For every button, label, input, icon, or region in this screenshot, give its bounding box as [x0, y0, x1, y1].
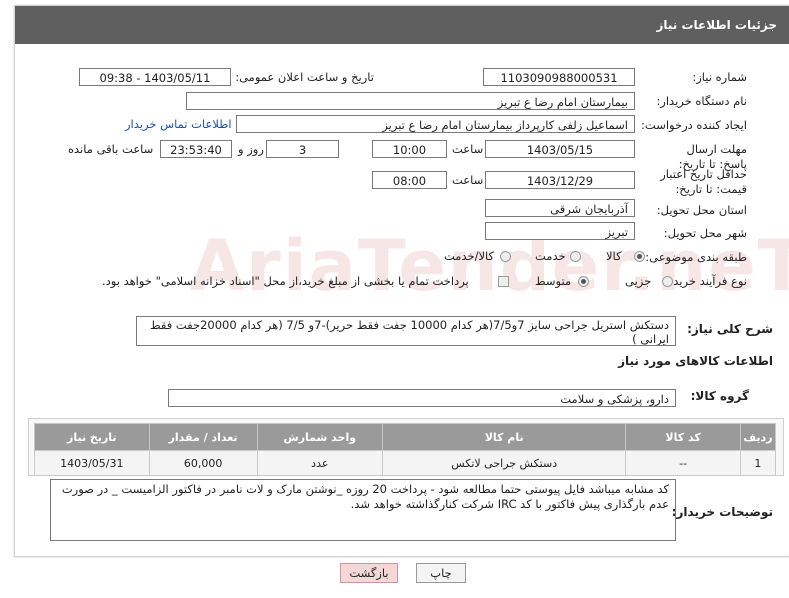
deadline-time-field[interactable]: 10:00: [372, 140, 447, 158]
creator-field[interactable]: اسماعیل زلفی کارپرداز بیمارستان امام رضا…: [236, 115, 635, 133]
deadline-date-field[interactable]: 1403/05/15: [485, 140, 635, 158]
deadline-time-label: ساعت: [452, 142, 484, 156]
province-label: استان محل تحویل:: [656, 203, 747, 217]
days-label: روز و: [238, 142, 264, 156]
category-option-goods-service: کالا/خدمت: [444, 249, 495, 263]
category-radio-goods-service[interactable]: [500, 251, 511, 262]
treasury-payment-checkbox[interactable]: [498, 276, 509, 287]
goods-section-title: اطلاعات کالاهای مورد نیاز: [618, 354, 773, 368]
cell-unit: عدد: [256, 450, 384, 476]
remaining-time-field[interactable]: 23:53:40: [160, 140, 232, 158]
purchase-option-medium: متوسط: [535, 274, 572, 288]
description-label: شرح کلی نیاز:: [687, 322, 773, 336]
buyer-org-label: نام دستگاه خریدار:: [656, 94, 747, 108]
buyer-notes-field[interactable]: کد مشابه میباشد فایل پیوستی حتما مطالعه …: [50, 479, 676, 541]
remaining-time-label: ساعت باقی مانده: [68, 142, 154, 156]
treasury-payment-note: پرداخت تمام یا بخشی از مبلغ خرید،از محل …: [102, 274, 469, 288]
purchase-option-minor: جزیی: [625, 274, 652, 288]
description-field[interactable]: دستکش استریل جراحی سایز 7و7/5(هر کدام 10…: [136, 316, 676, 346]
price-validity-time-field[interactable]: 08:00: [372, 171, 447, 189]
back-button[interactable]: بازگشت: [340, 563, 398, 583]
announce-datetime-field[interactable]: 1403/05/11 - 09:38: [79, 68, 231, 86]
purchase-radio-minor[interactable]: [662, 276, 673, 287]
cell-date: 1403/05/31: [34, 450, 150, 476]
goods-table: ردیف کد کالا نام کالا واحد شمارش تعداد /…: [34, 423, 777, 476]
category-option-goods: کالا: [606, 249, 622, 263]
need-number-field[interactable]: 1103090988000531: [483, 68, 635, 86]
cell-row: 1: [739, 450, 777, 476]
creator-label: ایجاد کننده درخواست:: [641, 118, 747, 132]
price-validity-time-label: ساعت: [452, 173, 484, 187]
price-validity-date-field[interactable]: 1403/12/29: [485, 171, 635, 189]
days-remaining-field[interactable]: 3: [266, 140, 339, 158]
cell-code: --: [625, 450, 741, 476]
col-name: نام کالا: [382, 423, 627, 451]
cell-qty: 60,000: [148, 450, 258, 476]
buyer-notes-label: توضیحات خریدار:: [671, 505, 773, 519]
col-unit: واحد شمارش: [256, 423, 384, 451]
buyer-contact-link[interactable]: اطلاعات تماس خریدار: [125, 117, 232, 131]
goods-group-field[interactable]: دارو، پزشکی و سلامت: [168, 389, 676, 407]
province-field[interactable]: آذربایجان شرقی: [485, 199, 635, 217]
need-number-label: شماره نیاز:: [692, 70, 747, 84]
category-radio-goods[interactable]: [634, 251, 645, 262]
col-date: تاریخ نیاز: [34, 423, 150, 451]
announce-label: تاریخ و ساعت اعلان عمومی:: [235, 70, 374, 84]
col-qty: تعداد / مقدار: [148, 423, 258, 451]
category-option-service: خدمت: [535, 249, 566, 263]
col-code: کد کالا: [625, 423, 741, 451]
cell-name: دستکش جراحی لاتکس: [382, 450, 627, 476]
buyer-org-field[interactable]: بیمارستان امام رضا ع تبریز: [186, 92, 635, 110]
category-label: طبقه بندی موضوعی:: [645, 250, 747, 264]
col-row: ردیف: [739, 423, 777, 451]
city-field[interactable]: تبریز: [485, 222, 635, 240]
goods-group-label: گروه کالا:: [690, 389, 749, 403]
price-validity-label: حداقل تاریخ اعتبار قیمت: تا تاریخ:: [660, 167, 747, 196]
print-button[interactable]: چاپ: [416, 563, 466, 583]
city-label: شهر محل تحویل:: [663, 226, 747, 240]
purchase-type-label: نوع فرآیند خرید :: [665, 274, 747, 288]
purchase-radio-medium[interactable]: [578, 276, 589, 287]
page-title: جزئیات اطلاعات نیاز: [15, 6, 789, 44]
table-row[interactable]: 1 -- دستکش جراحی لاتکس عدد 60,000 1403/0…: [34, 450, 777, 476]
category-radio-service[interactable]: [570, 251, 581, 262]
